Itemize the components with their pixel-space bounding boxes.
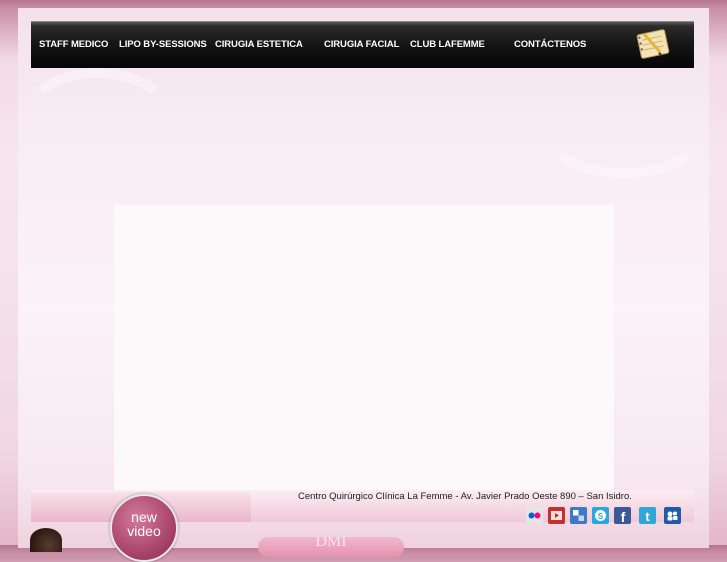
svg-text:S: S <box>598 512 604 521</box>
nav-item-cirugia-estetica[interactable]: CIRUGIA ESTETICA <box>215 22 303 68</box>
promo-banner-label: DMI <box>315 537 347 550</box>
promo-banner-button[interactable]: DMI <box>258 537 404 557</box>
footer-address: Centro Quirúrgico Clínica La Femme - Av.… <box>298 491 632 502</box>
nav-item-cirugia-facial[interactable]: CIRUGIA FACIAL <box>324 22 399 68</box>
facebook-icon[interactable]: f <box>614 507 631 525</box>
main-content-area <box>114 205 614 491</box>
myspace-icon[interactable] <box>664 507 681 524</box>
new-video-button[interactable]: new video <box>110 494 178 562</box>
person-photo <box>30 528 62 552</box>
notebook-pencil-icon[interactable] <box>632 26 674 62</box>
skype-icon[interactable]: S <box>592 507 609 524</box>
twitter-icon[interactable]: t <box>639 507 656 524</box>
nav-item-staff-medico[interactable]: STAFF MEDICO <box>39 22 108 68</box>
decorative-swirl <box>539 78 709 178</box>
svg-text:t: t <box>645 509 650 524</box>
nav-item-contactenos[interactable]: CONTÁCTENOS <box>514 22 586 68</box>
svg-text:f: f <box>621 509 626 524</box>
main-navbar: STAFF MEDICO LIPO BY-SESSIONS CIRUGIA ES… <box>31 21 694 68</box>
youtube-icon[interactable] <box>548 507 565 524</box>
nav-item-lipo-by-sessions[interactable]: LIPO BY-SESSIONS <box>119 22 207 68</box>
decorative-swirl <box>18 68 178 178</box>
delicious-icon[interactable] <box>570 507 587 524</box>
nav-item-club-lafemme[interactable]: CLUB LAFEMME <box>410 22 485 68</box>
new-video-label-line2: video <box>127 523 161 539</box>
flickr-icon[interactable] <box>526 507 543 524</box>
